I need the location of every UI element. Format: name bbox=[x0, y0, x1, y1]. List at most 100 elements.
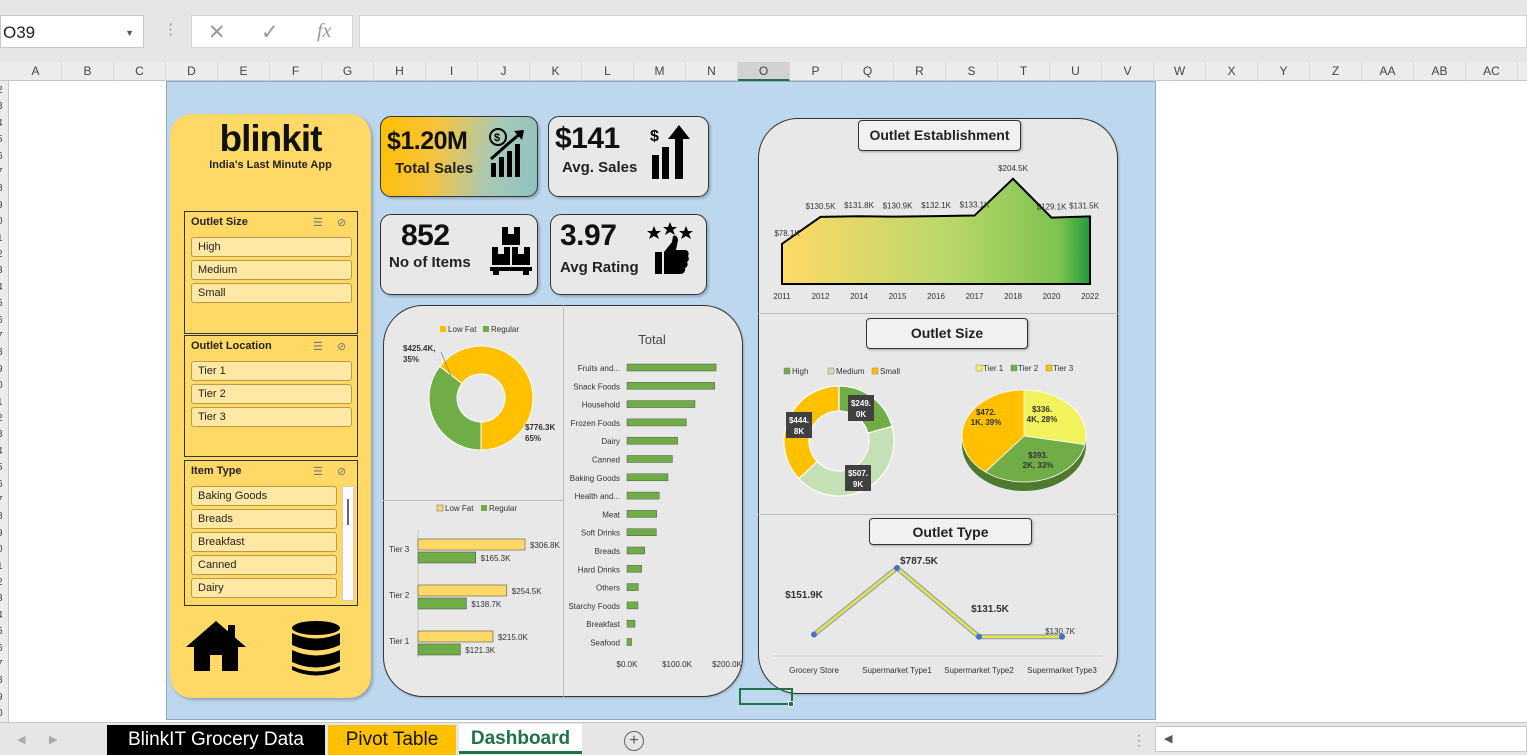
tab-pivot-table[interactable]: Pivot Table bbox=[328, 725, 456, 755]
row-header[interactable]: 0 bbox=[0, 708, 3, 719]
tab-blinkit-grocery-data[interactable]: BlinkIT Grocery Data bbox=[107, 725, 325, 755]
row-header[interactable]: 9 bbox=[0, 364, 3, 375]
column-header-a[interactable]: A bbox=[10, 62, 62, 81]
column-header-r[interactable]: R bbox=[894, 62, 946, 81]
row-header[interactable]: 9 bbox=[0, 692, 3, 703]
row-header[interactable]: 2 bbox=[0, 85, 3, 96]
name-box[interactable]: O39 ▼ bbox=[0, 15, 144, 48]
column-header-k[interactable]: K bbox=[530, 62, 582, 81]
column-header-p[interactable]: P bbox=[790, 62, 842, 81]
column-header-ac[interactable]: AC bbox=[1466, 62, 1518, 81]
slicer-item-high[interactable]: High bbox=[191, 237, 352, 257]
slicer-item-baking-goods[interactable]: Baking Goods bbox=[191, 486, 337, 506]
row-header[interactable]: 3 bbox=[0, 101, 3, 112]
clear-filter-icon[interactable]: ⊘ bbox=[337, 465, 346, 478]
row-header[interactable]: 1 bbox=[0, 397, 3, 408]
row-header[interactable]: 1 bbox=[0, 561, 3, 572]
column-header-i[interactable]: I bbox=[426, 62, 478, 81]
column-header-s[interactable]: S bbox=[946, 62, 998, 81]
row-header[interactable]: 8 bbox=[0, 183, 3, 194]
row-header[interactable]: 5 bbox=[0, 134, 3, 145]
row-header[interactable]: 2 bbox=[0, 249, 3, 260]
row-header[interactable]: 4 bbox=[0, 610, 3, 621]
column-header-j[interactable]: J bbox=[478, 62, 530, 81]
clear-filter-icon[interactable]: ⊘ bbox=[337, 340, 346, 353]
column-header-o[interactable]: O bbox=[738, 62, 790, 81]
row-header[interactable]: 5 bbox=[0, 298, 3, 309]
column-header-u[interactable]: U bbox=[1050, 62, 1102, 81]
slicer-item-tier-3[interactable]: Tier 3 bbox=[191, 407, 352, 427]
column-header-ab[interactable]: AB bbox=[1414, 62, 1466, 81]
slicer-item-small[interactable]: Small bbox=[191, 283, 352, 303]
slicer-item-dairy[interactable]: Dairy bbox=[191, 578, 337, 598]
row-header[interactable]: 5 bbox=[0, 462, 3, 473]
row-header[interactable]: 0 bbox=[0, 380, 3, 391]
slicer-item-breads[interactable]: Breads bbox=[191, 509, 337, 529]
column-header-z[interactable]: Z bbox=[1310, 62, 1362, 81]
row-header[interactable]: 8 bbox=[0, 511, 3, 522]
row-header[interactable]: 6 bbox=[0, 151, 3, 162]
row-header[interactable]: 9 bbox=[0, 200, 3, 211]
slicer-item-tier-1[interactable]: Tier 1 bbox=[191, 361, 352, 381]
add-sheet-icon[interactable]: + bbox=[624, 731, 644, 751]
function-icon[interactable]: fx bbox=[317, 20, 331, 43]
row-header[interactable]: 6 bbox=[0, 479, 3, 490]
column-header-m[interactable]: M bbox=[634, 62, 686, 81]
multi-select-icon[interactable]: ☰ bbox=[313, 216, 323, 229]
row-header[interactable]: 9 bbox=[0, 528, 3, 539]
enter-icon[interactable]: ✓ bbox=[261, 20, 279, 45]
fill-handle[interactable] bbox=[788, 701, 794, 707]
horizontal-scrollbar[interactable]: ◀ bbox=[1155, 726, 1527, 752]
column-header-l[interactable]: L bbox=[582, 62, 634, 81]
database-icon[interactable] bbox=[290, 620, 342, 678]
row-header[interactable]: 3 bbox=[0, 265, 3, 276]
row-header[interactable]: 2 bbox=[0, 577, 3, 588]
row-header[interactable]: 7 bbox=[0, 659, 3, 670]
row-header[interactable]: 3 bbox=[0, 429, 3, 440]
scroll-left-icon[interactable]: ◀ bbox=[1164, 732, 1172, 745]
slicer-item-tier-2[interactable]: Tier 2 bbox=[191, 384, 352, 404]
clear-filter-icon[interactable]: ⊘ bbox=[337, 216, 346, 229]
column-header-b[interactable]: B bbox=[62, 62, 114, 81]
row-header[interactable]: 2 bbox=[0, 413, 3, 424]
column-header-q[interactable]: Q bbox=[842, 62, 894, 81]
row-header[interactable]: 7 bbox=[0, 167, 3, 178]
slicer-item-medium[interactable]: Medium bbox=[191, 260, 352, 280]
column-header-h[interactable]: H bbox=[374, 62, 426, 81]
row-header[interactable]: 0 bbox=[0, 216, 3, 227]
column-header-t[interactable]: T bbox=[998, 62, 1050, 81]
column-header-c[interactable]: C bbox=[114, 62, 166, 81]
cancel-icon[interactable]: ✕ bbox=[208, 20, 226, 45]
row-header[interactable]: 4 bbox=[0, 118, 3, 129]
chevron-down-icon[interactable]: ▼ bbox=[125, 28, 134, 38]
column-header-aa[interactable]: AA bbox=[1362, 62, 1414, 81]
slicer-item-breakfast[interactable]: Breakfast bbox=[191, 532, 337, 552]
row-header[interactable]: 6 bbox=[0, 315, 3, 326]
tab-dashboard[interactable]: Dashboard bbox=[459, 724, 582, 754]
column-header-f[interactable]: F bbox=[270, 62, 322, 81]
row-header[interactable]: 4 bbox=[0, 282, 3, 293]
column-header-e[interactable]: E bbox=[218, 62, 270, 81]
column-header-y[interactable]: Y bbox=[1258, 62, 1310, 81]
column-header-g[interactable]: G bbox=[322, 62, 374, 81]
column-header-x[interactable]: X bbox=[1206, 62, 1258, 81]
slicer-item-canned[interactable]: Canned bbox=[191, 555, 337, 575]
row-header[interactable]: 7 bbox=[0, 331, 3, 342]
multi-select-icon[interactable]: ☰ bbox=[313, 465, 323, 478]
column-header-w[interactable]: W bbox=[1154, 62, 1206, 81]
home-icon[interactable] bbox=[184, 619, 248, 673]
row-header[interactable]: 5 bbox=[0, 626, 3, 637]
row-header[interactable]: 7 bbox=[0, 495, 3, 506]
row-header[interactable]: 6 bbox=[0, 643, 3, 654]
multi-select-icon[interactable]: ☰ bbox=[313, 340, 323, 353]
formula-input[interactable] bbox=[359, 15, 1527, 48]
row-header[interactable]: 0 bbox=[0, 544, 3, 555]
column-header-v[interactable]: V bbox=[1102, 62, 1154, 81]
scroll-left-icon[interactable]: ◀ bbox=[17, 733, 25, 746]
row-header[interactable]: 4 bbox=[0, 446, 3, 457]
selected-cell[interactable] bbox=[739, 688, 793, 705]
row-header[interactable]: 3 bbox=[0, 593, 3, 604]
scroll-right-icon[interactable]: ▶ bbox=[49, 733, 57, 746]
row-header[interactable]: 8 bbox=[0, 347, 3, 358]
column-header-d[interactable]: D bbox=[166, 62, 218, 81]
